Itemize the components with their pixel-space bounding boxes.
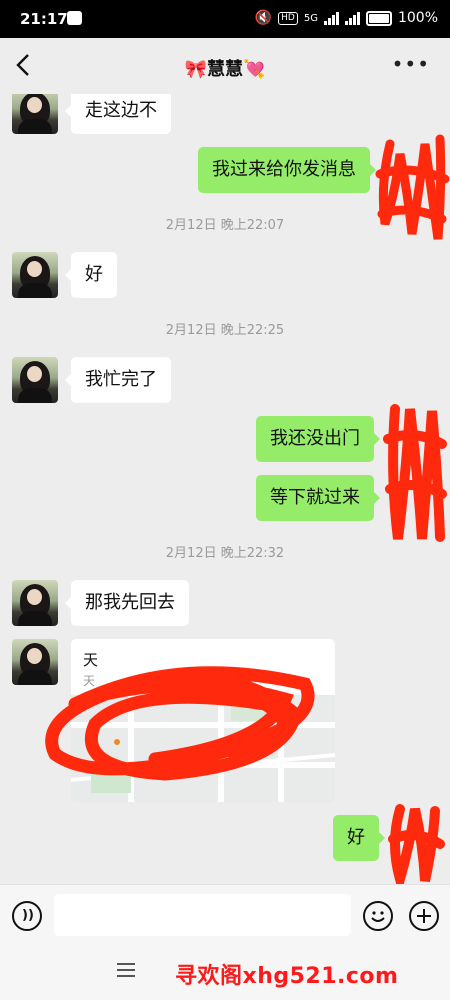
incoming-message[interactable]: 走这边不 <box>65 94 171 134</box>
voice-input-icon[interactable]: )) <box>12 901 42 931</box>
more-options-icon[interactable]: ••• <box>392 52 430 76</box>
outgoing-message[interactable]: 好 <box>333 815 385 861</box>
menu-icon[interactable] <box>117 963 135 977</box>
battery-icon <box>365 10 392 26</box>
chat-area[interactable]: 走这边不 我过来给你发消息 2月12日 晚上22:07 好 2月12日 晚上22… <box>0 94 450 884</box>
incoming-message[interactable]: 我忙完了 <box>65 357 171 403</box>
contact-avatar[interactable] <box>12 357 58 403</box>
outgoing-message[interactable]: 等下就过来 <box>256 475 380 521</box>
outgoing-message[interactable]: 我过来给你发消息 <box>198 147 376 193</box>
status-bar: 21:17 🔇 HD 5G 100% <box>0 0 450 38</box>
incoming-message[interactable]: 好 <box>65 252 117 298</box>
contact-avatar[interactable] <box>12 252 58 298</box>
plus-icon[interactable] <box>409 901 439 931</box>
censor-scribble <box>383 404 447 542</box>
status-time: 21:17 <box>20 10 68 28</box>
censor-scribble <box>45 666 315 781</box>
mute-icon: 🔇 <box>254 10 273 26</box>
signal-icon <box>323 11 339 25</box>
contact-title: 🎀慧慧💘 <box>184 59 266 80</box>
input-bar: )) <box>0 884 450 945</box>
network-label: 5G <box>303 12 318 24</box>
timestamp: 2月12日 晚上22:25 <box>165 323 285 338</box>
battery-percent: 100% <box>397 10 438 26</box>
hd-icon: HD <box>278 11 298 25</box>
censor-scribble <box>375 134 450 240</box>
incoming-message[interactable]: 那我先回去 <box>65 580 189 626</box>
status-right-group: 🔇 HD 5G 100% <box>255 10 438 26</box>
watermark: 寻欢阁xhg521.com <box>175 964 399 989</box>
app-notification-icon <box>67 11 82 25</box>
chat-header: 🎀慧慧💘 ••• <box>0 38 450 94</box>
message-input[interactable] <box>54 894 351 936</box>
emoji-icon[interactable] <box>363 901 393 931</box>
censor-scribble <box>388 804 445 884</box>
contact-avatar[interactable] <box>12 94 58 134</box>
signal-icon-2 <box>344 11 360 25</box>
outgoing-message[interactable]: 我还没出门 <box>256 416 380 462</box>
contact-avatar[interactable] <box>12 580 58 626</box>
